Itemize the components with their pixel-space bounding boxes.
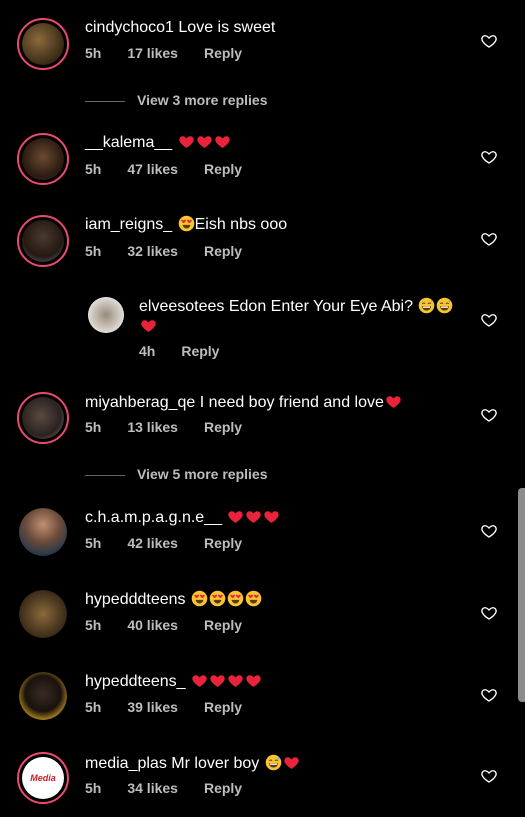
red-heart-emoji-icon bbox=[245, 508, 262, 525]
comment-username[interactable]: elveesotees bbox=[139, 298, 224, 315]
red-heart-emoji-icon bbox=[227, 508, 244, 525]
like-heart-icon[interactable] bbox=[480, 604, 498, 622]
reply-button[interactable]: Reply bbox=[204, 617, 242, 633]
red-heart-emoji-icon bbox=[191, 672, 208, 689]
reply-button[interactable]: Reply bbox=[204, 243, 242, 259]
comment-time: 5h bbox=[85, 161, 102, 177]
heart-eyes-emoji-icon bbox=[178, 215, 195, 232]
red-heart-emoji-icon bbox=[245, 672, 262, 689]
comment-username[interactable]: cindychoco1 bbox=[85, 19, 174, 36]
avatar[interactable] bbox=[19, 508, 67, 556]
like-heart-icon[interactable] bbox=[480, 230, 498, 248]
comment-username[interactable]: hypedddteens bbox=[85, 591, 186, 608]
comment-text: Love is sweet bbox=[178, 19, 276, 36]
comment-username[interactable]: __kalema__ bbox=[85, 134, 172, 151]
reply-button[interactable]: Reply bbox=[204, 780, 242, 796]
comment-time: 5h bbox=[85, 419, 102, 435]
red-heart-emoji-icon bbox=[214, 133, 231, 150]
comment-text: Eish nbs ooo bbox=[194, 216, 288, 233]
comment-username[interactable]: hypeddteens_ bbox=[85, 673, 186, 690]
avatar[interactable] bbox=[17, 133, 69, 185]
avatar[interactable] bbox=[17, 392, 69, 444]
comment-meta: 5h 39 likes Reply bbox=[85, 699, 268, 715]
comment-username[interactable]: miyahberag_qe bbox=[85, 394, 195, 411]
comment-time: 5h bbox=[85, 45, 102, 61]
reply-button[interactable]: Reply bbox=[204, 535, 242, 551]
grinning-sweat-emoji-icon bbox=[436, 297, 453, 314]
heart-eyes-emoji-icon bbox=[191, 590, 208, 607]
comment-text: Edon Enter Your Eye Abi? bbox=[228, 298, 413, 315]
view-more-replies[interactable]: View 3 more replies bbox=[85, 92, 267, 108]
reply-button[interactable]: Reply bbox=[204, 45, 242, 61]
red-heart-emoji-icon bbox=[140, 317, 157, 334]
red-heart-emoji-icon bbox=[178, 133, 195, 150]
avatar[interactable] bbox=[19, 590, 67, 638]
comment-likes[interactable]: 17 likes bbox=[127, 45, 178, 61]
comment-likes[interactable]: 13 likes bbox=[127, 419, 178, 435]
grinning-sweat-emoji-icon bbox=[265, 754, 282, 771]
comment-likes[interactable]: 32 likes bbox=[127, 243, 178, 259]
red-heart-emoji-icon bbox=[385, 393, 402, 410]
comment-likes[interactable]: 34 likes bbox=[127, 780, 178, 796]
comment-likes[interactable]: 39 likes bbox=[127, 699, 178, 715]
reply-button[interactable]: Reply bbox=[204, 699, 242, 715]
heart-eyes-emoji-icon bbox=[209, 590, 226, 607]
avatar[interactable] bbox=[19, 672, 67, 720]
comment-meta: 5h 13 likes Reply bbox=[85, 419, 268, 435]
comment-time: 5h bbox=[85, 535, 102, 551]
view-more-replies[interactable]: View 5 more replies bbox=[85, 466, 267, 482]
reply-button[interactable]: Reply bbox=[204, 419, 242, 435]
red-heart-emoji-icon bbox=[283, 754, 300, 771]
like-heart-icon[interactable] bbox=[480, 406, 498, 424]
avatar[interactable] bbox=[17, 18, 69, 70]
comment-time: 5h bbox=[85, 780, 102, 796]
comment-username[interactable]: iam_reigns_ bbox=[85, 216, 172, 233]
comment-meta: 4h Reply bbox=[139, 343, 245, 359]
comment-likes[interactable]: 47 likes bbox=[127, 161, 178, 177]
like-heart-icon[interactable] bbox=[480, 686, 498, 704]
avatar[interactable] bbox=[88, 297, 124, 333]
comment-time: 5h bbox=[85, 243, 102, 259]
comment-time: 4h bbox=[139, 343, 156, 359]
comment-username[interactable]: media_plas bbox=[85, 755, 167, 772]
grinning-sweat-emoji-icon bbox=[418, 297, 435, 314]
like-heart-icon[interactable] bbox=[480, 311, 498, 329]
comment-meta: 5h 34 likes Reply bbox=[85, 780, 268, 796]
comment-time: 5h bbox=[85, 699, 102, 715]
red-heart-emoji-icon bbox=[263, 508, 280, 525]
like-heart-icon[interactable] bbox=[480, 148, 498, 166]
scrollbar[interactable] bbox=[518, 488, 525, 702]
comment-text: Mr lover boy bbox=[171, 755, 260, 772]
comment-meta: 5h 47 likes Reply bbox=[85, 161, 268, 177]
heart-eyes-emoji-icon bbox=[245, 590, 262, 607]
comment-likes[interactable]: 40 likes bbox=[127, 617, 178, 633]
comment-meta: 5h 42 likes Reply bbox=[85, 535, 268, 551]
red-heart-emoji-icon bbox=[196, 133, 213, 150]
media-logo-text: Media bbox=[30, 773, 56, 783]
avatar[interactable] bbox=[17, 215, 69, 267]
like-heart-icon[interactable] bbox=[480, 767, 498, 785]
avatar[interactable]: Media bbox=[17, 752, 69, 804]
like-heart-icon[interactable] bbox=[480, 522, 498, 540]
heart-eyes-emoji-icon bbox=[227, 590, 244, 607]
comment-meta: 5h 17 likes Reply bbox=[85, 45, 268, 61]
comment-meta: 5h 32 likes Reply bbox=[85, 243, 268, 259]
reply-button[interactable]: Reply bbox=[204, 161, 242, 177]
comment-likes[interactable]: 42 likes bbox=[127, 535, 178, 551]
comment-meta: 5h 40 likes Reply bbox=[85, 617, 268, 633]
red-heart-emoji-icon bbox=[227, 672, 244, 689]
reply-button[interactable]: Reply bbox=[181, 343, 219, 359]
red-heart-emoji-icon bbox=[209, 672, 226, 689]
comment-username[interactable]: c.h.a.m.p.a.g.n.e__ bbox=[85, 509, 222, 526]
comment-time: 5h bbox=[85, 617, 102, 633]
like-heart-icon[interactable] bbox=[480, 32, 498, 50]
comment-text: I need boy friend and love bbox=[199, 394, 384, 411]
